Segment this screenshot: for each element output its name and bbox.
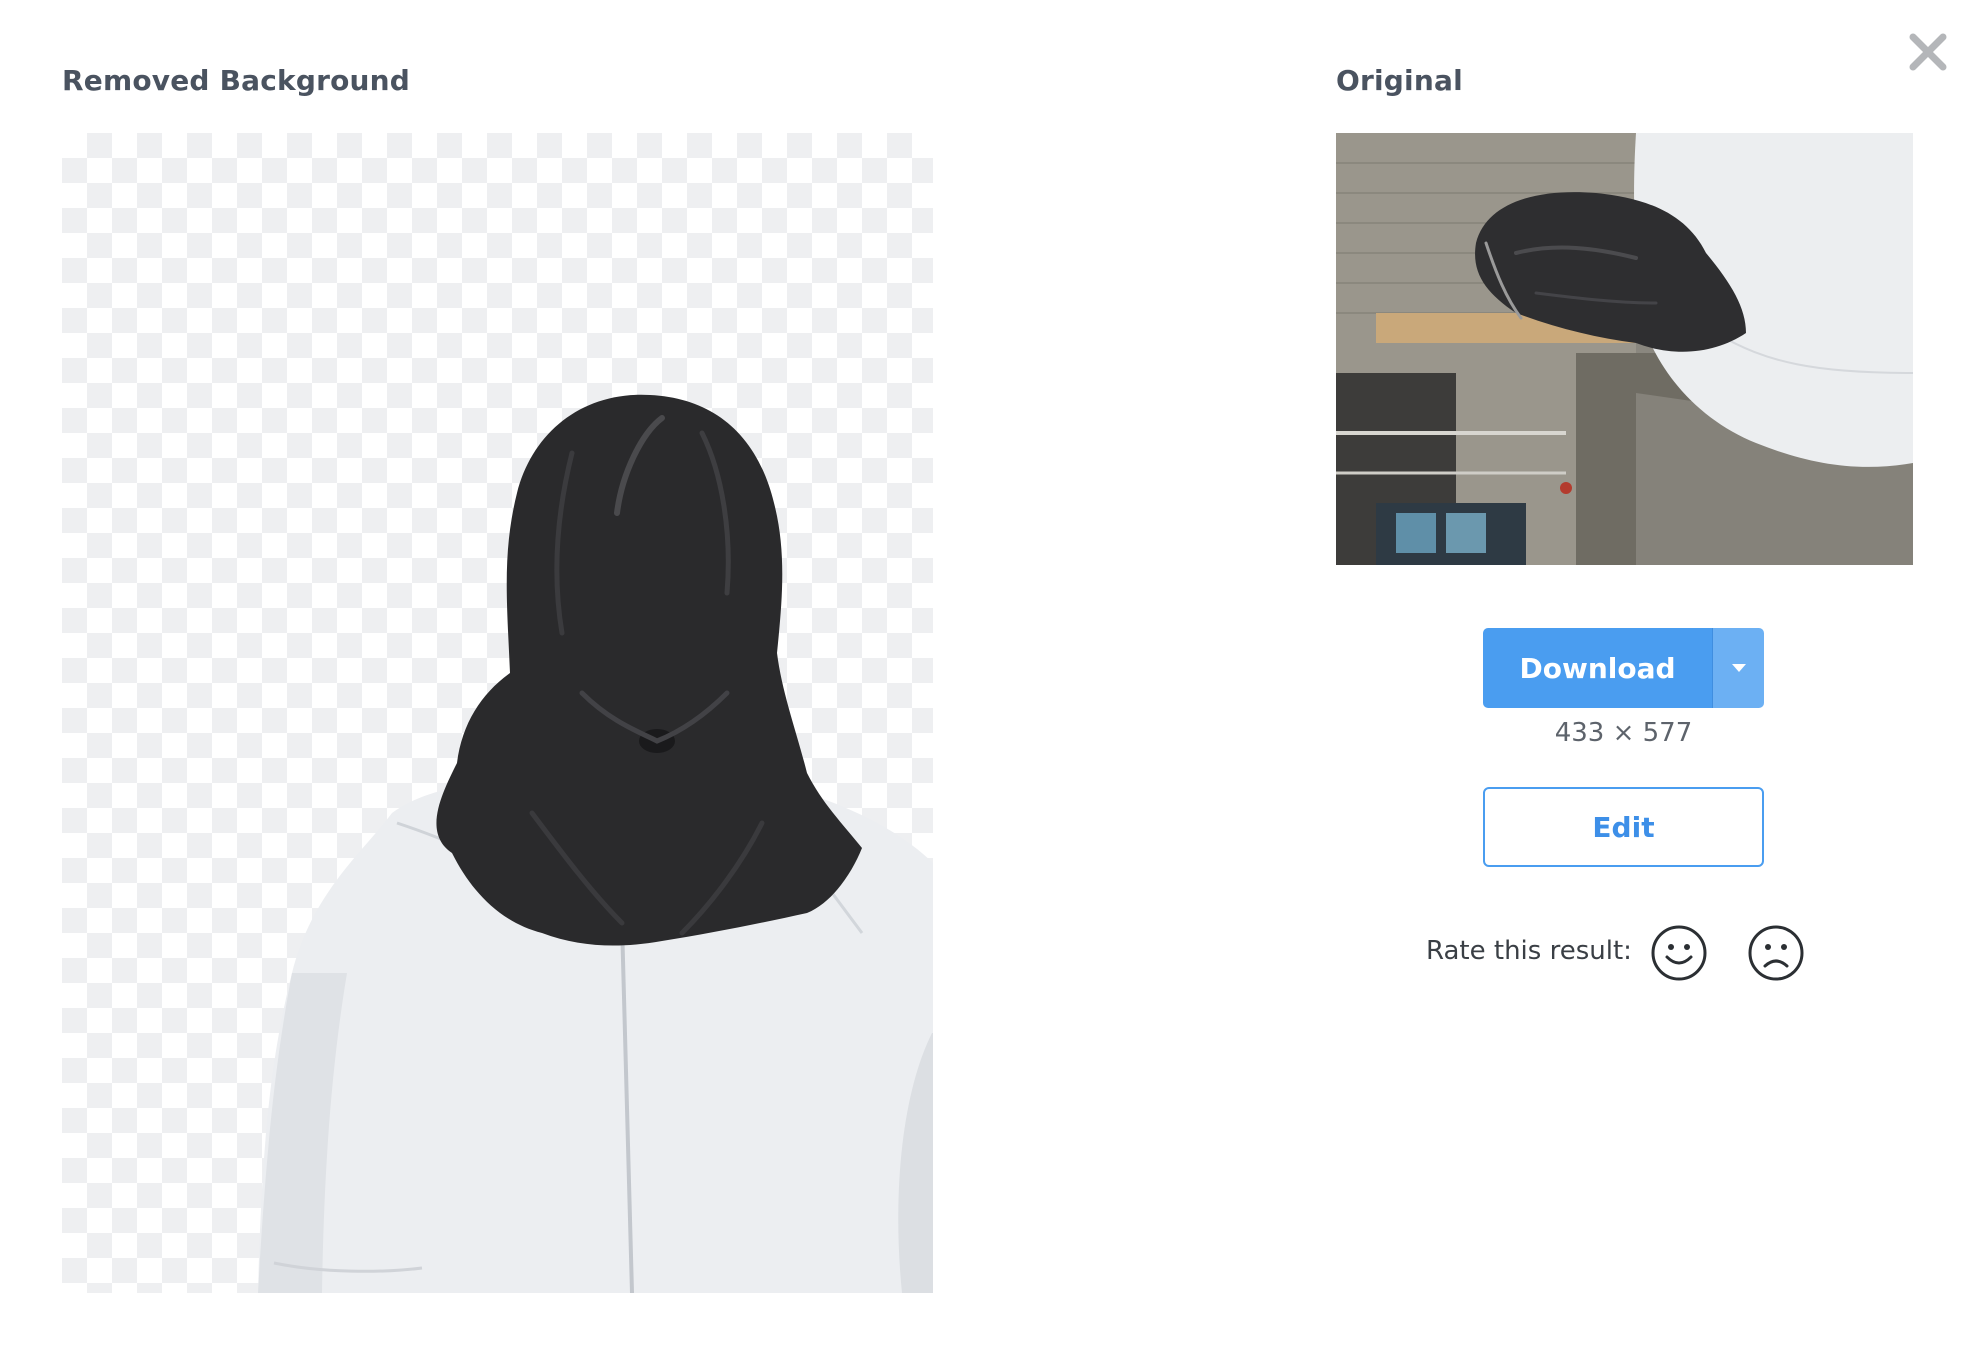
original-title: Original <box>1336 64 1463 97</box>
person-cutout-image <box>258 394 933 1293</box>
rate-result-label: Rate this result: <box>1426 936 1632 966</box>
removed-background-title: Removed Background <box>62 64 411 97</box>
download-button-group: Download <box>1483 628 1764 708</box>
caret-down-icon <box>1731 664 1746 672</box>
close-icon <box>1909 33 1947 71</box>
image-dimensions: 433 × 577 <box>1554 718 1693 748</box>
download-options-button[interactable] <box>1712 628 1764 708</box>
smiley-face-icon <box>1651 925 1707 981</box>
rate-negative-button[interactable] <box>1747 924 1805 982</box>
background-removal-result-dialog: Removed Background Original Download 433… <box>0 0 1966 1364</box>
frown-face-icon <box>1748 925 1804 981</box>
original-image-thumbnail <box>1336 133 1913 565</box>
close-button[interactable] <box>1906 30 1950 74</box>
original-photo <box>1336 133 1913 565</box>
download-button[interactable]: Download <box>1483 628 1712 708</box>
edit-button[interactable]: Edit <box>1483 787 1764 867</box>
rate-positive-button[interactable] <box>1650 924 1708 982</box>
result-preview <box>62 133 933 1293</box>
